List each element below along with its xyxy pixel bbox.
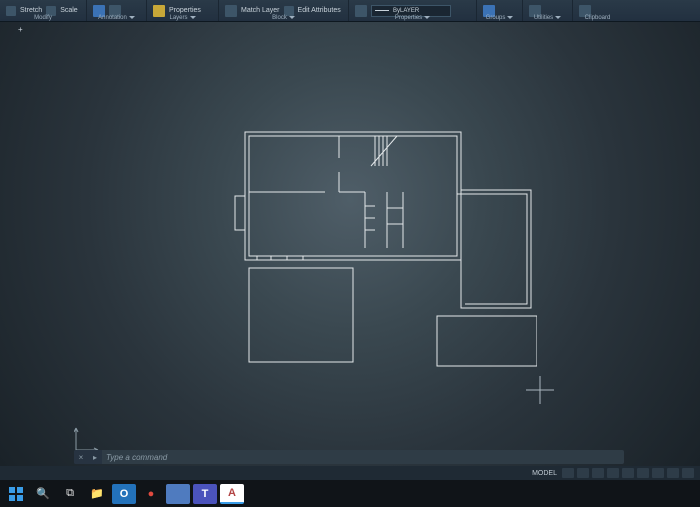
chevron-down-icon: [289, 16, 295, 19]
workspace-switch-icon[interactable]: [667, 468, 679, 478]
ribbon-panel-layers: Properties Layers: [146, 0, 218, 21]
chevron-down-icon: [424, 16, 430, 19]
scale-icon[interactable]: [46, 6, 56, 16]
line-sample-icon: [375, 10, 389, 11]
autocad-icon[interactable]: A: [220, 484, 244, 504]
crosshair-cursor: [526, 376, 554, 404]
chevron-down-icon: [190, 16, 196, 19]
osnap-toggle-icon[interactable]: [622, 468, 634, 478]
chrome-icon[interactable]: ●: [139, 484, 163, 504]
scale-label[interactable]: Scale: [60, 7, 78, 14]
layers-panel-title[interactable]: Layers: [147, 15, 218, 21]
block-panel-title[interactable]: Block: [219, 15, 348, 21]
layer-properties-label[interactable]: Properties: [169, 7, 201, 14]
floorplan-drawing: [227, 118, 537, 384]
polar-toggle-icon[interactable]: [607, 468, 619, 478]
command-input[interactable]: Type a command: [106, 453, 624, 462]
groups-panel-title[interactable]: Groups: [477, 15, 522, 21]
clipboard-panel-title[interactable]: Clipboard: [573, 15, 622, 21]
annotation-scale-icon[interactable]: [652, 468, 664, 478]
command-line[interactable]: × ▸ Type a command: [74, 450, 624, 464]
ortho-toggle-icon[interactable]: [592, 468, 604, 478]
task-view-icon[interactable]: ⧉: [58, 484, 82, 504]
ribbon-panel-utilities: Utilities: [522, 0, 572, 21]
chevron-down-icon: [507, 16, 513, 19]
model-layout-toggle[interactable]: MODEL: [530, 470, 559, 477]
model-space-viewport[interactable]: +: [0, 22, 700, 466]
snap-toggle-icon[interactable]: [577, 468, 589, 478]
properties-panel-title[interactable]: Properties: [349, 15, 476, 21]
outlook-icon[interactable]: O: [112, 484, 136, 504]
taskbar-search-icon[interactable]: 🔍: [31, 484, 55, 504]
chevron-down-icon: [555, 16, 561, 19]
customize-icon[interactable]: [682, 468, 694, 478]
utilities-panel-title[interactable]: Utilities: [523, 15, 572, 21]
windows-logo-icon: [9, 487, 23, 501]
ribbon-panel-modify: Stretch Scale Modify: [0, 0, 86, 21]
ribbon-panel-properties: ByLAYER Properties: [348, 0, 476, 21]
lineweight-toggle-icon[interactable]: [637, 468, 649, 478]
match-layer-label[interactable]: Match Layer: [241, 7, 280, 14]
stretch-label[interactable]: Stretch: [20, 7, 42, 14]
grid-toggle-icon[interactable]: [562, 468, 574, 478]
ribbon-panel-groups: Groups: [476, 0, 522, 21]
ribbon-panel-block: Match Layer Edit Attributes Block: [218, 0, 348, 21]
ribbon-panel-clipboard: Clipboard: [572, 0, 622, 21]
annotation-panel-title[interactable]: Annotation: [87, 15, 146, 21]
edit-attributes-label[interactable]: Edit Attributes: [298, 7, 341, 14]
app-icon[interactable]: [166, 484, 190, 504]
file-explorer-icon[interactable]: 📁: [85, 484, 109, 504]
new-tab-button[interactable]: +: [10, 24, 31, 35]
ucs-icon: [74, 426, 100, 452]
app-status-bar: MODEL: [0, 466, 700, 480]
modify-panel-title[interactable]: Modify: [0, 15, 86, 21]
edit-attributes-icon[interactable]: [284, 6, 294, 16]
command-close-icon[interactable]: ×: [74, 450, 88, 464]
ribbon-panel-annotation: Annotation: [86, 0, 146, 21]
chevron-down-icon: [129, 16, 135, 19]
command-prompt-icon[interactable]: ▸: [88, 450, 102, 464]
linetype-value: ByLAYER: [393, 8, 419, 14]
stretch-icon[interactable]: [6, 6, 16, 16]
start-button[interactable]: [4, 484, 28, 504]
teams-icon[interactable]: T: [193, 484, 217, 504]
windows-taskbar: 🔍 ⧉ 📁 O ● T A: [0, 480, 700, 507]
ribbon: Stretch Scale Modify Annotation Properti…: [0, 0, 700, 22]
